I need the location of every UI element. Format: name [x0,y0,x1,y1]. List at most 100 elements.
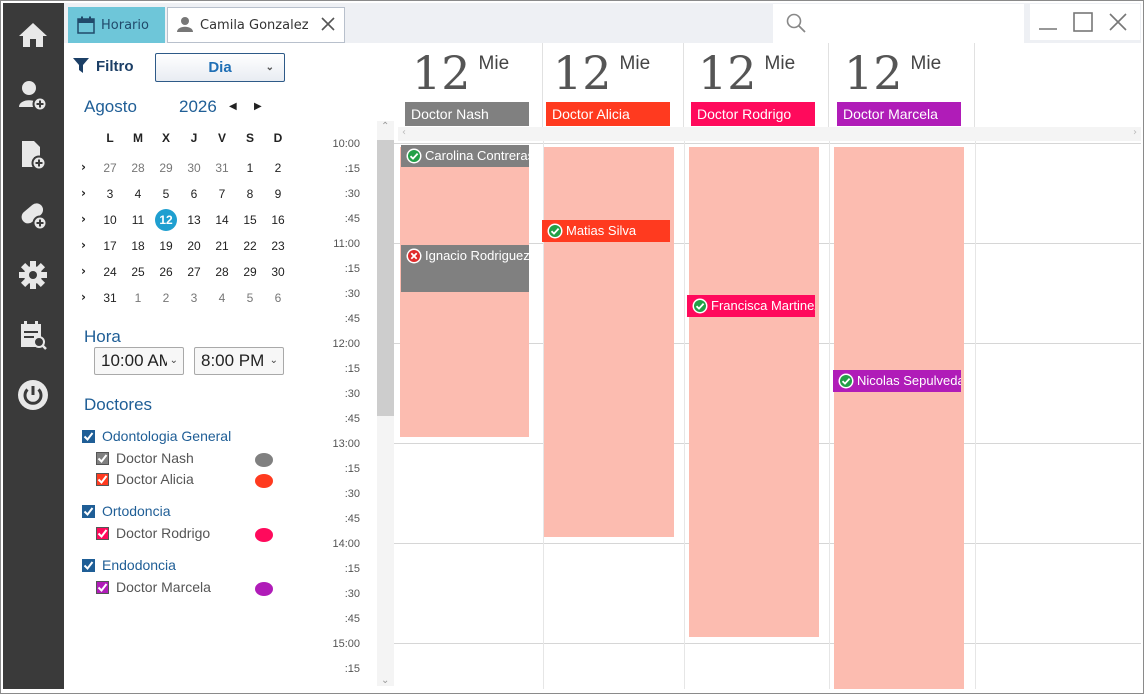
schedule-search-icon[interactable] [15,317,51,353]
week-select-chevron-icon[interactable]: › [81,186,86,200]
doctor-label[interactable]: Doctor Rodrigo [116,525,210,541]
calendar-day[interactable]: 27 [183,261,205,283]
calendar-day[interactable]: 21 [211,235,233,257]
power-icon[interactable] [15,377,51,413]
calendar-day[interactable]: 13 [183,209,205,231]
calendar-day[interactable]: 25 [127,261,149,283]
specialty-label[interactable]: Endodoncia [102,557,176,573]
appointment[interactable]: Ignacio Rodriguez [401,245,529,292]
close-icon[interactable] [318,14,338,34]
calendar-day[interactable]: 6 [267,287,289,309]
calendar-day[interactable]: 20 [183,235,205,257]
gear-icon[interactable] [15,257,51,293]
calendar-day[interactable]: 8 [239,183,261,205]
calendar-day[interactable]: 19 [155,235,177,257]
calendar-day[interactable]: 31 [99,287,121,309]
calendar-day[interactable]: 26 [155,261,177,283]
availability-block[interactable] [834,147,964,689]
add-user-icon[interactable] [15,77,51,113]
calendar-day[interactable]: 6 [183,183,205,205]
calendar-day[interactable]: 3 [99,183,121,205]
appointment[interactable]: Matias Silva [542,220,670,242]
scroll-down-icon[interactable]: ⌄ [381,675,389,686]
calendar-day[interactable]: 5 [239,287,261,309]
appointment[interactable]: Nicolas Sepulveda [833,370,961,392]
add-document-icon[interactable] [15,137,51,173]
calendar-day[interactable]: 7 [211,183,233,205]
calendar-day[interactable]: 28 [211,261,233,283]
search-icon[interactable] [785,12,807,38]
calendar-day[interactable]: 12 [155,209,177,231]
specialty-checkbox[interactable] [82,430,95,443]
next-month-icon[interactable]: ▶ [254,101,262,112]
specialty-label[interactable]: Odontologia General [102,428,231,444]
doctor-column-header[interactable]: Doctor Rodrigo [691,102,815,126]
calendar-day[interactable]: 22 [239,235,261,257]
calendar-day[interactable]: 27 [99,157,121,179]
time-from-select[interactable]: 10:00 AM ⌄ [94,347,184,375]
tab-horario[interactable]: Horario [68,7,165,43]
calendar-day[interactable]: 18 [127,235,149,257]
doctor-checkbox[interactable] [96,473,109,486]
calendar-day[interactable]: 29 [239,261,261,283]
availability-block[interactable] [400,147,529,437]
calendar-day[interactable]: 9 [267,183,289,205]
scroll-left-icon[interactable]: ‹ [402,127,406,138]
calendar-day[interactable]: 5 [155,183,177,205]
minimize-button[interactable] [1030,4,1065,40]
appointment[interactable]: Francisca Martinez [687,295,815,317]
calendar-day[interactable]: 10 [99,209,121,231]
calendar-day[interactable]: 24 [99,261,121,283]
doctor-label[interactable]: Doctor Marcela [116,579,211,595]
calendar-day[interactable]: 14 [211,209,233,231]
calendar-day[interactable]: 3 [183,287,205,309]
search-input[interactable] [773,4,1024,44]
calendar-day[interactable]: 1 [127,287,149,309]
specialty-checkbox[interactable] [82,505,95,518]
time-to-select[interactable]: 8:00 PM ⌄ [194,347,284,375]
calendar-day[interactable]: 11 [127,209,149,231]
calendar-day[interactable]: 4 [211,287,233,309]
calendar-day[interactable]: 23 [267,235,289,257]
week-select-chevron-icon[interactable]: › [81,212,86,226]
specialty-checkbox[interactable] [82,559,95,572]
close-window-button[interactable] [1100,4,1135,40]
week-select-chevron-icon[interactable]: › [81,160,86,174]
calendar-day[interactable]: 30 [267,261,289,283]
calendar-day[interactable]: 29 [155,157,177,179]
home-icon[interactable] [15,17,51,53]
doctor-checkbox[interactable] [96,527,109,540]
add-pills-icon[interactable] [15,197,51,233]
week-select-chevron-icon[interactable]: › [81,264,86,278]
doctor-column-header[interactable]: Doctor Marcela [837,102,961,126]
availability-block[interactable] [544,147,674,537]
doctor-column-header[interactable]: Doctor Nash [405,102,529,126]
calendar-day[interactable]: 2 [155,287,177,309]
calendar-day[interactable]: 30 [183,157,205,179]
scroll-up-icon[interactable]: ⌃ [381,121,389,132]
calendar-day[interactable]: 16 [267,209,289,231]
calendar-day[interactable]: 1 [239,157,261,179]
availability-block[interactable] [689,147,819,637]
calendar-day[interactable]: 17 [99,235,121,257]
vertical-scrollbar[interactable]: ⌃ ⌄ [377,121,394,686]
week-select-chevron-icon[interactable]: › [81,290,86,304]
horizontal-scrollbar[interactable]: ‹ › [398,127,1141,141]
doctor-checkbox[interactable] [96,452,109,465]
calendar-day[interactable]: 2 [267,157,289,179]
doctor-column-header[interactable]: Doctor Alicia [546,102,670,126]
appointment[interactable]: Carolina Contreras [401,145,529,167]
maximize-button[interactable] [1065,4,1100,40]
calendar-day[interactable]: 15 [239,209,261,231]
scroll-right-icon[interactable]: › [1133,127,1137,138]
prev-month-icon[interactable]: ◀ [229,101,237,112]
doctor-checkbox[interactable] [96,581,109,594]
calendar-day[interactable]: 4 [127,183,149,205]
view-select[interactable]: Dia ⌄ [155,53,285,82]
doctor-label[interactable]: Doctor Nash [116,450,194,466]
week-select-chevron-icon[interactable]: › [81,238,86,252]
scrollbar-thumb[interactable] [377,140,394,416]
doctor-label[interactable]: Doctor Alicia [116,471,194,487]
tab-patient[interactable]: Camila Gonzalez [167,7,345,43]
specialty-label[interactable]: Ortodoncia [102,503,170,519]
